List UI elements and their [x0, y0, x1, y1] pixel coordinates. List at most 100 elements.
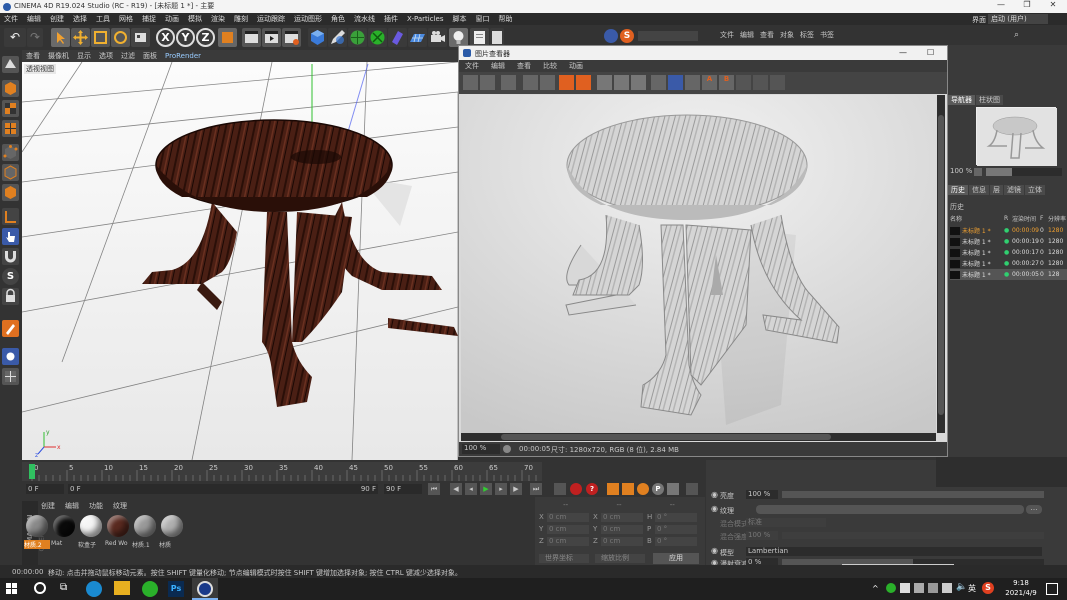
- tab-history[interactable]: 历史: [948, 185, 968, 195]
- make-editable-button[interactable]: [2, 56, 19, 73]
- menu-window[interactable]: 窗口: [475, 14, 489, 24]
- tweak-mode-button[interactable]: [2, 228, 19, 245]
- mat-menu-texture[interactable]: 纹理: [113, 501, 127, 511]
- tab-histogram[interactable]: 柱状图: [976, 95, 1003, 105]
- menu-file[interactable]: 文件: [4, 14, 18, 24]
- texture-radio-icon[interactable]: ◉: [711, 504, 718, 513]
- difference-icon[interactable]: [753, 75, 768, 90]
- objmgr-menu-file[interactable]: 文件: [720, 30, 734, 40]
- edges-mode-button[interactable]: [2, 164, 19, 181]
- sketch-icon[interactable]: S: [620, 29, 634, 43]
- close-icon[interactable]: ✕: [1040, 0, 1066, 13]
- clock-date[interactable]: 2021/4/9: [1000, 589, 1042, 597]
- pv-menu-edit[interactable]: 编辑: [491, 61, 505, 71]
- history-row[interactable]: 未标题 1 * ● 00:00:17 0 1280: [950, 247, 1067, 258]
- plugin-strip[interactable]: [638, 31, 698, 41]
- menu-select[interactable]: 选择: [73, 14, 87, 24]
- material-item[interactable]: Mat: [51, 513, 77, 559]
- vp-menu-camera[interactable]: 摄像机: [48, 51, 69, 61]
- clock-time[interactable]: 9:18: [1004, 579, 1038, 587]
- menu-create[interactable]: 创建: [50, 14, 64, 24]
- vp-menu-panel[interactable]: 面板: [143, 51, 157, 61]
- objmgr-menu-objects[interactable]: 对象: [780, 30, 794, 40]
- ab-compare-icon[interactable]: [501, 75, 516, 90]
- cube-button[interactable]: [308, 28, 327, 47]
- coordinate-system-button[interactable]: [218, 28, 237, 47]
- playhead[interactable]: [29, 464, 35, 479]
- tray-app-icon[interactable]: [900, 583, 910, 593]
- prev-key-icon[interactable]: ◀: [450, 483, 462, 495]
- scale-tool-button[interactable]: [91, 28, 110, 47]
- menu-simulate[interactable]: 模拟: [188, 14, 202, 24]
- coord-value-field[interactable]: 0 cm: [601, 537, 643, 546]
- menu-pipeline[interactable]: 流水线: [354, 14, 375, 24]
- s-button[interactable]: S: [2, 268, 19, 285]
- menu-character[interactable]: 角色: [331, 14, 345, 24]
- a-compare-icon[interactable]: A: [702, 75, 717, 90]
- tab-navigator[interactable]: 导航器: [948, 95, 975, 105]
- brightness-radio-icon[interactable]: ◉: [711, 490, 718, 499]
- tray-wechat-icon[interactable]: [886, 583, 896, 593]
- coord-value-field[interactable]: 0 °: [655, 525, 697, 534]
- redo-button[interactable]: ↷: [27, 28, 43, 47]
- vp-menu-display[interactable]: 显示: [77, 51, 91, 61]
- move-tool-button[interactable]: [71, 28, 90, 47]
- coord-apply-button[interactable]: 应用: [653, 553, 699, 564]
- undo-button[interactable]: ↶: [4, 28, 26, 47]
- mat-menu-edit[interactable]: 编辑: [65, 501, 79, 511]
- windows-start-icon[interactable]: [6, 583, 18, 595]
- task-view-icon[interactable]: ⧉: [60, 582, 72, 594]
- pen-button[interactable]: [328, 28, 347, 47]
- menu-snap[interactable]: 捕捉: [142, 14, 156, 24]
- subdivision-button[interactable]: [348, 28, 367, 47]
- render-settings-button[interactable]: [282, 28, 301, 47]
- b-compare-icon[interactable]: B: [719, 75, 734, 90]
- z-axis-lock-button[interactable]: Z: [196, 28, 215, 47]
- volume-icon[interactable]: 🔈: [956, 582, 967, 592]
- brightness-slider[interactable]: [782, 491, 1044, 498]
- coord-value-field[interactable]: 0 °: [655, 537, 697, 546]
- tray-app3-icon[interactable]: [928, 583, 938, 593]
- menu-mesh[interactable]: 网格: [119, 14, 133, 24]
- stop-render-icon[interactable]: [559, 75, 574, 90]
- material-item[interactable]: 材质.1: [132, 513, 158, 559]
- coord-value-field[interactable]: 0 cm: [547, 525, 589, 534]
- menu-sculpt[interactable]: 雕刻: [234, 14, 248, 24]
- pv-h-scroll-thumb[interactable]: [501, 434, 831, 440]
- pv-h-scrollbar[interactable]: [461, 433, 936, 441]
- history-row[interactable]: 未标题 1 * ● 00:00:09 0 1280: [950, 225, 1067, 236]
- next-key-icon[interactable]: ▶: [510, 483, 522, 495]
- fullscreen-icon[interactable]: [651, 75, 666, 90]
- timeline-window-icon[interactable]: [686, 483, 698, 495]
- pv-menu-animation[interactable]: 动画: [569, 61, 583, 71]
- menu-xparticles[interactable]: X-Particles: [407, 15, 443, 23]
- texture-mode-button[interactable]: [2, 100, 19, 117]
- floor-button[interactable]: [408, 28, 427, 47]
- select-tool-button[interactable]: [51, 28, 70, 47]
- menu-plugins[interactable]: 插件: [384, 14, 398, 24]
- objmgr-menu-view[interactable]: 查看: [760, 30, 774, 40]
- keyframe-icon[interactable]: [554, 483, 566, 495]
- rotate-key-icon[interactable]: [637, 483, 649, 495]
- tab-layers[interactable]: 层: [990, 185, 1003, 195]
- nav-zoom-out-icon[interactable]: [974, 168, 982, 176]
- material-item[interactable]: 材质.2: [24, 513, 50, 559]
- cinema4d-task-icon[interactable]: [192, 578, 218, 600]
- render-view-button[interactable]: [242, 28, 261, 47]
- mix-strength-slider[interactable]: [782, 532, 1044, 539]
- material-item[interactable]: 软盒子: [78, 513, 104, 559]
- pv-menu-file[interactable]: 文件: [465, 61, 479, 71]
- play-icon[interactable]: ▶: [480, 483, 492, 495]
- move-key-icon[interactable]: [607, 483, 619, 495]
- pv-menu-view[interactable]: 查看: [517, 61, 531, 71]
- vp-menu-filter[interactable]: 过滤: [121, 51, 135, 61]
- pv-menu-compare[interactable]: 比较: [543, 61, 557, 71]
- save-icon[interactable]: [480, 75, 495, 90]
- coord-value-field[interactable]: 0 cm: [601, 525, 643, 534]
- menu-animate[interactable]: 动画: [165, 14, 179, 24]
- edge-icon[interactable]: [86, 581, 102, 597]
- goto-start-icon[interactable]: ⏮: [428, 483, 440, 495]
- coord-value-field[interactable]: 0 cm: [547, 513, 589, 522]
- y-axis-lock-button[interactable]: Y: [176, 28, 195, 47]
- menu-tools[interactable]: 工具: [96, 14, 110, 24]
